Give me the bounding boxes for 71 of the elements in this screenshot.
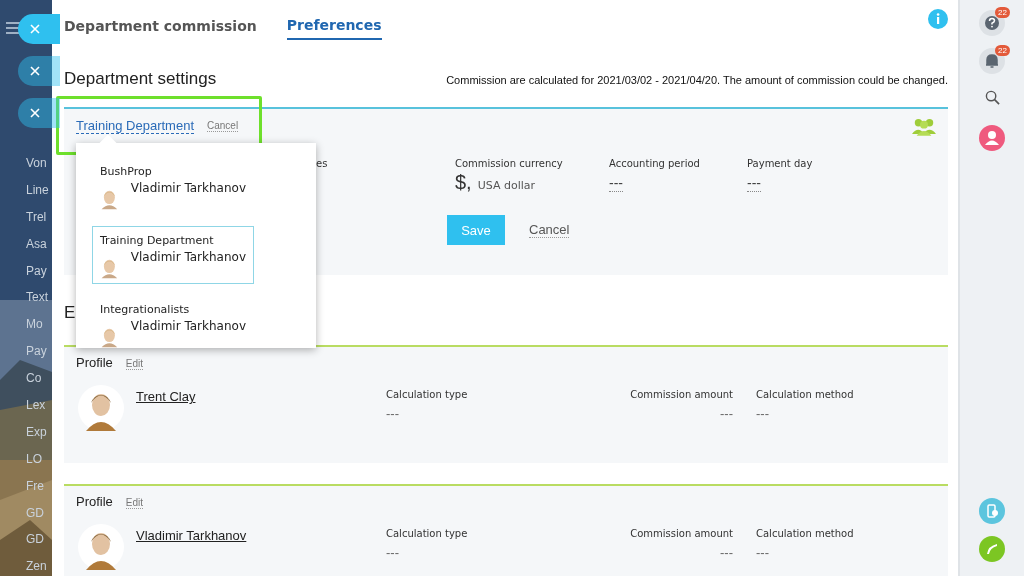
field-label: Calculation method [756, 528, 855, 539]
option-person: Vladimir Tarkhanov [130, 250, 246, 264]
close-icon [30, 24, 40, 34]
field-label: Payment day [747, 158, 814, 169]
department-option[interactable]: Training Department Vladimir Tarkhanov [92, 226, 254, 284]
sidebar-item[interactable]: Lex [26, 397, 52, 413]
field-label: es [316, 158, 329, 169]
field-label: Commission amount [630, 528, 733, 539]
field-value: --- [386, 545, 400, 560]
sidebar-item[interactable]: Zen [26, 558, 52, 575]
field-value[interactable]: --- [747, 175, 761, 192]
field-value: --- [386, 406, 400, 421]
cancel-button[interactable]: Cancel [529, 222, 570, 238]
profile-title: Profile [76, 494, 113, 509]
profile-title: Profile [76, 355, 113, 370]
sidebar-item[interactable]: GD [26, 531, 52, 548]
group-icon [912, 116, 936, 136]
avatar-icon [78, 524, 124, 570]
close-icon [30, 66, 40, 76]
field-value: --- [720, 545, 733, 560]
field-label: Calculation type [386, 528, 469, 539]
sidebar-item[interactable]: Von [26, 155, 52, 171]
field-value[interactable]: --- [609, 175, 623, 192]
field-label: Commission currency [455, 158, 564, 169]
field-label: Commission amount [630, 389, 733, 400]
option-person: Vladimir Tarkhanov [130, 181, 246, 195]
notification-badge: 22 [995, 45, 1010, 56]
cancel-link[interactable]: Cancel [207, 120, 239, 132]
bell-icon[interactable] [979, 48, 1005, 74]
close-icon [30, 108, 40, 118]
user-icon[interactable] [979, 125, 1005, 151]
edit-link[interactable]: Edit [125, 358, 144, 370]
help-icon[interactable] [979, 10, 1005, 36]
notice-text: Commission are calculated for 2021/03/02 - 2021/04/20. The amount of commission could be changed. [446, 74, 948, 86]
sidebar-item[interactable]: Pay [26, 343, 52, 360]
close-button[interactable] [18, 14, 60, 44]
currency-name: USA dollar [477, 179, 536, 192]
sidebar-item[interactable]: Trel [26, 208, 52, 225]
sidebar-item[interactable]: Fre [26, 477, 52, 494]
sidebar-item[interactable]: Asa [26, 235, 52, 252]
tab[interactable]: Preferences [286, 0, 382, 40]
field-label: Accounting period [609, 158, 701, 169]
option-group: BushProp [100, 165, 152, 178]
option-group: Integrationalists [100, 303, 190, 316]
field-value: --- [756, 545, 770, 560]
currency-symbol: $, [455, 171, 472, 194]
edit-link[interactable]: Edit [125, 497, 144, 509]
field-label: Calculation type [386, 389, 469, 400]
field-value: --- [720, 406, 733, 421]
department-option[interactable]: Integrationalists Vladimir Tarkhanov [92, 295, 254, 353]
option-group: Training Department [100, 234, 214, 247]
section-title: Department settings [64, 69, 217, 89]
department-link[interactable]: Training Department [76, 118, 194, 134]
field-label: Calculation method [756, 389, 855, 400]
employee-name[interactable]: Trent Clay [136, 389, 386, 404]
sidebar-item[interactable]: Co [26, 370, 52, 387]
employee-name[interactable]: Vladimir Tarkhanov [136, 528, 386, 543]
tab[interactable]: Department commission [64, 0, 257, 40]
sidebar-item[interactable]: Exp [26, 423, 52, 440]
notification-badge: 22 [995, 7, 1010, 18]
sidebar-item[interactable]: Line [26, 181, 52, 198]
sidebar-item[interactable]: LO [26, 450, 52, 467]
sidebar-item[interactable]: Pay [26, 262, 52, 279]
section-title: E [64, 303, 76, 324]
search-icon[interactable] [984, 90, 1000, 105]
option-person: Vladimir Tarkhanov [130, 319, 246, 333]
department-option[interactable]: BushProp Vladimir Tarkhanov [92, 157, 254, 215]
avatar-icon [78, 385, 124, 431]
field-value: --- [756, 406, 770, 421]
sidebar-item[interactable]: Text [26, 289, 52, 306]
sidebar-item[interactable]: Mo [26, 316, 52, 333]
